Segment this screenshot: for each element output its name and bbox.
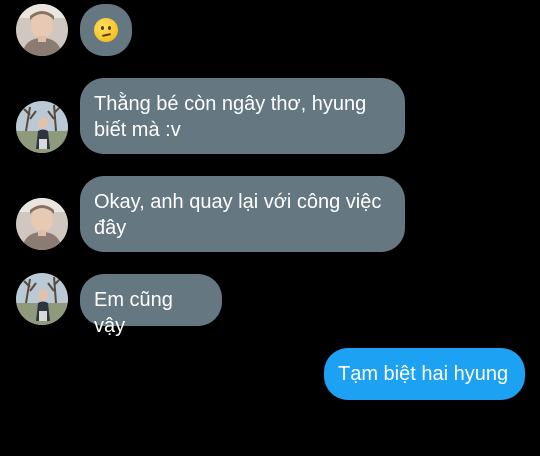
message-bubble-3[interactable]: Em cũng vậy	[80, 274, 222, 337]
avatar-hyung-1[interactable]	[16, 4, 68, 56]
message-bubble-2[interactable]: Okay, anh quay lại với công việc đây	[80, 176, 405, 252]
message-bubble-emoji[interactable]	[80, 4, 132, 56]
message-text: Em cũng vậy	[94, 289, 173, 337]
message-text: Thằng bé còn ngây thơ, hyung biết mà :v	[94, 93, 367, 141]
avatar-hyung-2-image	[16, 101, 68, 153]
avatar-hyung-2[interactable]	[16, 273, 68, 325]
message-text: Tạm biệt hai hyung	[338, 363, 509, 385]
avatar-hyung-1[interactable]	[16, 198, 68, 250]
avatar-hyung-2-image	[16, 273, 68, 325]
confused-face-emoji-icon	[94, 18, 118, 42]
avatar-hyung-2[interactable]	[16, 101, 68, 153]
message-bubble-1[interactable]: Thằng bé còn ngây thơ, hyung biết mà :v	[80, 78, 405, 154]
avatar-hyung-1-image	[16, 198, 68, 250]
avatar-hyung-1-image	[16, 4, 68, 56]
message-bubble-outgoing[interactable]: Tạm biệt hai hyung	[324, 348, 525, 400]
message-text: Okay, anh quay lại với công việc đây	[94, 191, 382, 239]
